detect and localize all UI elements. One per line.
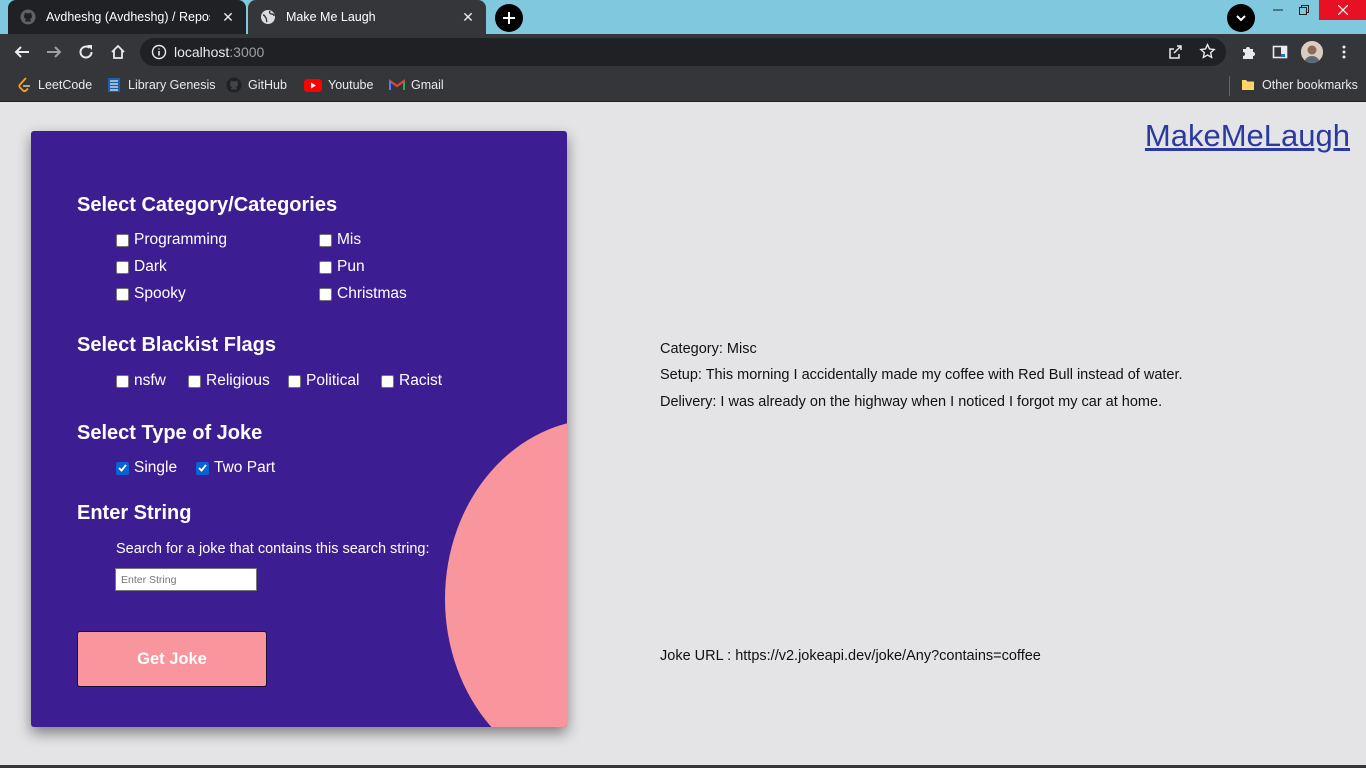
- checkbox-political[interactable]: Political: [288, 372, 359, 390]
- plus-icon: [503, 12, 515, 24]
- checkbox-box[interactable]: [116, 233, 129, 247]
- checkbox-box[interactable]: [288, 374, 301, 388]
- reload-icon: [79, 45, 93, 59]
- side-panel-icon: [1272, 45, 1288, 59]
- address-bar[interactable]: localhost:3000: [140, 38, 1226, 66]
- checkbox-box-checked[interactable]: [196, 461, 209, 475]
- extensions-button[interactable]: [1234, 38, 1262, 66]
- folder-icon: [1240, 77, 1256, 93]
- tab-strip: Avdheshg (Avdheshg) / Repositor ✕ Make M…: [0, 0, 1366, 34]
- string-heading: Enter String: [77, 502, 192, 524]
- joke-form-card: Select Category/Categories Programming M…: [31, 131, 567, 727]
- checkbox-box[interactable]: [188, 374, 201, 388]
- side-panel-button[interactable]: [1266, 38, 1294, 66]
- decorative-circle: [445, 419, 567, 727]
- checkbox-box[interactable]: [319, 233, 332, 247]
- avatar-icon: [1301, 41, 1323, 63]
- blacklist-heading: Select Blackist Flags: [77, 334, 276, 356]
- checkbox-box[interactable]: [319, 260, 332, 274]
- search-string-input[interactable]: [115, 568, 257, 591]
- tab-title: Avdheshg (Avdheshg) / Repositor: [46, 10, 210, 24]
- url-text: localhost:3000: [174, 44, 265, 60]
- bookmark-github[interactable]: GitHub: [226, 77, 287, 93]
- tab-search-button[interactable]: [1227, 4, 1255, 32]
- checkbox-racist[interactable]: Racist: [381, 372, 442, 390]
- gmail-icon: [389, 77, 405, 93]
- youtube-icon: [304, 77, 322, 93]
- window-close-button[interactable]: [1319, 0, 1366, 20]
- close-icon: [1337, 5, 1348, 15]
- get-joke-button[interactable]: Get Joke: [77, 631, 267, 687]
- bookmark-youtube[interactable]: Youtube: [304, 77, 373, 93]
- new-tab-button[interactable]: [495, 4, 523, 32]
- checkbox-box-checked[interactable]: [116, 461, 129, 475]
- checkbox-pun[interactable]: Pun: [319, 258, 365, 276]
- tab-title: Make Me Laugh: [286, 10, 376, 24]
- checkbox-two-part[interactable]: Two Part: [196, 459, 275, 477]
- joke-category: Category: Misc: [660, 341, 757, 357]
- joke-url: Joke URL : https://v2.jokeapi.dev/joke/A…: [660, 648, 1041, 664]
- home-icon: [111, 44, 125, 59]
- checkbox-box[interactable]: [319, 287, 332, 301]
- checkbox-religious[interactable]: Religious: [188, 372, 270, 390]
- kebab-menu-icon: [1342, 45, 1346, 59]
- menu-button[interactable]: [1330, 38, 1358, 66]
- library-icon: [106, 77, 122, 93]
- home-button[interactable]: [104, 38, 132, 66]
- tab-github[interactable]: Avdheshg (Avdheshg) / Repositor ✕: [8, 0, 246, 34]
- checkbox-box[interactable]: [381, 374, 394, 388]
- close-icon[interactable]: ✕: [460, 9, 476, 25]
- bookmark-library-genesis[interactable]: Library Genesis: [106, 77, 216, 93]
- profile-avatar[interactable]: [1301, 41, 1323, 63]
- brand-link[interactable]: MakeMeLaugh: [1145, 118, 1350, 154]
- checkbox-box[interactable]: [116, 374, 129, 388]
- joke-setup: Setup: This morning I accidentally made …: [660, 367, 1183, 383]
- leetcode-icon: [16, 77, 32, 93]
- arrow-left-icon: [14, 46, 29, 58]
- checkbox-single[interactable]: Single: [116, 459, 177, 477]
- checkbox-misc[interactable]: Mis: [319, 231, 361, 249]
- checkbox-box[interactable]: [116, 287, 129, 301]
- puzzle-icon: [1243, 47, 1255, 59]
- bookmarks-separator: [1229, 76, 1230, 96]
- bookmark-other[interactable]: Other bookmarks: [1240, 77, 1358, 93]
- checkbox-box[interactable]: [116, 260, 129, 274]
- bookmarks-bar: LeetCode Library Genesis GitHub Youtube …: [0, 70, 1366, 102]
- checkbox-christmas[interactable]: Christmas: [319, 285, 407, 303]
- star-icon[interactable]: [1199, 42, 1216, 65]
- check-icon: [198, 464, 207, 472]
- github-icon: [20, 9, 36, 25]
- close-icon[interactable]: ✕: [220, 9, 236, 25]
- restore-icon: [1299, 5, 1309, 15]
- bookmark-gmail[interactable]: Gmail: [389, 77, 444, 93]
- forward-button[interactable]: [40, 38, 68, 66]
- bookmark-leetcode[interactable]: LeetCode: [16, 77, 92, 93]
- back-button[interactable]: [8, 38, 36, 66]
- github-icon: [226, 77, 242, 93]
- globe-icon: [260, 9, 276, 25]
- tab-make-me-laugh[interactable]: Make Me Laugh ✕: [248, 0, 486, 34]
- category-heading: Select Category/Categories: [77, 194, 338, 216]
- info-icon[interactable]: [151, 44, 167, 60]
- reload-button[interactable]: [72, 38, 100, 66]
- checkbox-nsfw[interactable]: nsfw: [116, 372, 166, 390]
- checkbox-programming[interactable]: Programming: [116, 231, 227, 249]
- arrow-right-icon: [47, 46, 62, 58]
- checkbox-spooky[interactable]: Spooky: [116, 285, 186, 303]
- type-heading: Select Type of Joke: [77, 422, 263, 444]
- search-hint: Search for a joke that contains this sea…: [116, 541, 430, 557]
- chevron-down-icon: [1236, 15, 1246, 22]
- check-icon: [118, 464, 127, 472]
- share-icon[interactable]: [1168, 44, 1184, 65]
- checkbox-dark[interactable]: Dark: [116, 258, 167, 276]
- joke-delivery: Delivery: I was already on the highway w…: [660, 394, 1163, 410]
